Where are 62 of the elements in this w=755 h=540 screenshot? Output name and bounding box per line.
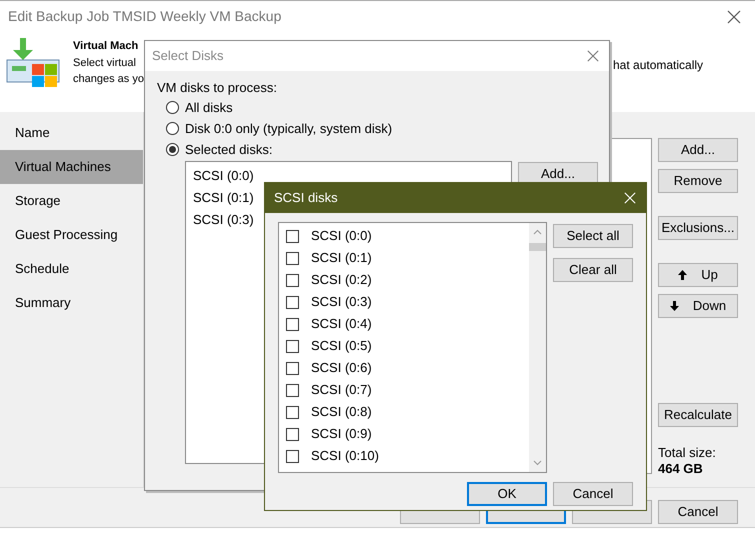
window-title: Edit Backup Job TMSID Weekly VM Backup: [8, 7, 282, 26]
disk-checklist-item[interactable]: SCSI (0:7): [286, 379, 529, 401]
sidebar-item[interactable]: Guest Processing: [0, 218, 143, 252]
button[interactable]: Add...: [658, 138, 738, 162]
radio-button[interactable]: [166, 101, 179, 114]
disk-checklist-item[interactable]: SCSI (0:4): [286, 313, 529, 335]
disk-checklist-item[interactable]: SCSI (0:6): [286, 357, 529, 379]
button[interactable]: Recalculate: [658, 403, 738, 427]
wizard-button[interactable]: Cancel: [658, 500, 738, 524]
button[interactable]: Cancel: [553, 482, 633, 506]
button[interactable]: Down: [658, 294, 738, 318]
radio-option[interactable]: All disks: [166, 97, 609, 118]
checkbox[interactable]: [286, 230, 299, 242]
checkbox[interactable]: [286, 318, 299, 330]
button[interactable]: OK: [467, 482, 547, 506]
button[interactable]: Select all: [553, 224, 633, 248]
scrollbar-thumb[interactable]: [529, 243, 546, 251]
radio-option[interactable]: Selected disks:: [166, 139, 609, 160]
radio-option[interactable]: Disk 0:0 only (typically, system disk): [166, 118, 609, 139]
checkbox[interactable]: [286, 274, 299, 286]
checkbox[interactable]: [286, 296, 299, 308]
vm-windows-icon: [6, 36, 60, 90]
page-description: changes as yo: [73, 72, 144, 87]
page-title: Virtual Mach: [73, 39, 138, 54]
checkbox[interactable]: [286, 450, 299, 462]
radio-button[interactable]: [166, 143, 179, 156]
arrow-up-icon: [678, 270, 688, 280]
disk-checklist-item[interactable]: SCSI (0:2): [286, 269, 529, 291]
disk-checklist-item[interactable]: SCSI (0:10): [286, 445, 529, 467]
disk-checklist-item[interactable]: SCSI (0:9): [286, 423, 529, 445]
radio-button[interactable]: [166, 122, 179, 135]
checkbox[interactable]: [286, 362, 299, 374]
checkbox[interactable]: [286, 252, 299, 264]
scrollbar[interactable]: [529, 223, 546, 472]
prompt-label: VM disks to process:: [157, 80, 278, 96]
total-size-label: Total size:: [658, 445, 717, 461]
dialog-title: SCSI disks: [274, 189, 338, 208]
sidebar-item[interactable]: Storage: [0, 184, 143, 218]
button[interactable]: Clear all: [553, 258, 633, 282]
sidebar-item[interactable]: Virtual Machines: [0, 150, 143, 184]
checkbox[interactable]: [286, 428, 299, 440]
arrow-down-icon: [670, 301, 679, 311]
checkbox[interactable]: [286, 384, 299, 396]
disk-checklist-item[interactable]: SCSI (0:0): [286, 225, 529, 247]
sidebar-item[interactable]: Schedule: [0, 252, 143, 286]
page-description: hat automatically: [613, 57, 704, 73]
close-icon[interactable]: [587, 50, 599, 62]
checkbox[interactable]: [286, 406, 299, 418]
sidebar-item[interactable]: Name: [0, 116, 143, 150]
close-icon[interactable]: [727, 10, 741, 24]
button[interactable]: Up: [658, 263, 738, 287]
button[interactable]: Exclusions...: [658, 216, 738, 240]
button[interactable]: Remove: [658, 169, 738, 193]
disk-checklist-item[interactable]: SCSI (0:3): [286, 291, 529, 313]
total-size-value: 464 GB: [658, 461, 704, 477]
disk-checklist-item[interactable]: SCSI (0:8): [286, 401, 529, 423]
dialog-title: Select Disks: [152, 47, 224, 66]
disk-checklist-item[interactable]: SCSI (0:1): [286, 247, 529, 269]
page-description: Select virtual: [73, 56, 136, 71]
checkbox[interactable]: [286, 340, 299, 352]
disk-checklist-item[interactable]: SCSI (0:5): [286, 335, 529, 357]
sidebar-item[interactable]: Summary: [0, 286, 143, 320]
